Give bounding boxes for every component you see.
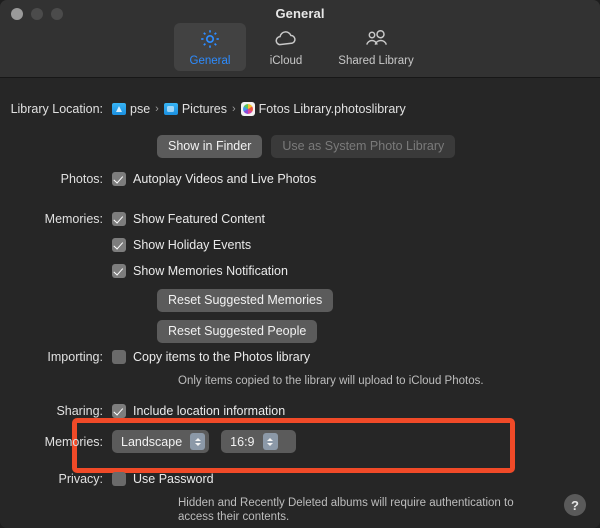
tab-icloud-label: iCloud xyxy=(269,55,303,67)
memories-notification-label: Show Memories Notification xyxy=(133,264,288,278)
sharing-memories-label: Memories: xyxy=(44,434,103,449)
include-location-label: Include location information xyxy=(133,404,286,418)
featured-content-checkbox-row[interactable]: Show Featured Content xyxy=(112,212,265,226)
cloud-icon xyxy=(252,27,320,53)
tab-icloud[interactable]: iCloud xyxy=(250,23,322,71)
reset-memories-row: Reset Suggested Memories xyxy=(157,289,334,312)
privacy-row: Privacy: Use Password xyxy=(0,472,214,486)
photos-label: Photos: xyxy=(60,172,103,186)
memories-notification-row: Show Memories Notification xyxy=(112,264,288,278)
reset-suggested-people-button[interactable]: Reset Suggested People xyxy=(157,320,318,343)
importing-row: Importing: Copy items to the Photos libr… xyxy=(0,350,310,364)
library-buttons-row: Show in Finder Use as System Photo Libra… xyxy=(157,135,456,158)
memories-label: Memories: xyxy=(44,212,103,226)
toolbar-tabs: General iCloud Shared Library xyxy=(0,23,600,71)
photos-row: Photos: Autoplay Videos and Live Photos xyxy=(0,172,316,186)
folder-icon xyxy=(163,103,178,115)
holiday-events-label: Show Holiday Events xyxy=(133,238,252,252)
copy-items-checkbox[interactable] xyxy=(112,350,126,364)
photos-general-preferences-window: General General iCloud Shared Library Li… xyxy=(0,0,600,528)
window-title: General xyxy=(275,6,325,21)
include-location-checkbox-row[interactable]: Include location information xyxy=(112,404,285,418)
featured-content-checkbox[interactable] xyxy=(112,212,126,226)
photos-library-icon xyxy=(240,102,255,116)
importing-note: Only items copied to the library will up… xyxy=(178,375,484,387)
use-password-label: Use Password xyxy=(133,472,214,486)
memories-notification-checkbox-row[interactable]: Show Memories Notification xyxy=(112,264,288,278)
autoplay-checkbox[interactable] xyxy=(112,172,126,186)
reset-people-row: Reset Suggested People xyxy=(157,320,318,343)
privacy-note-line2: access their contents. xyxy=(178,511,290,523)
importing-label: Importing: xyxy=(47,350,103,364)
breadcrumb-label-pictures: Pictures xyxy=(181,102,227,116)
sharing-memories-row: Memories: Landscape 16:9 xyxy=(0,430,297,453)
autoplay-checkbox-row[interactable]: Autoplay Videos and Live Photos xyxy=(112,172,316,186)
tab-general-label: General xyxy=(189,55,231,67)
breadcrumb-separator-2: › xyxy=(231,103,236,115)
memories-featured-row: Memories: Show Featured Content xyxy=(0,212,265,226)
autoplay-label: Autoplay Videos and Live Photos xyxy=(133,172,317,186)
include-location-checkbox[interactable] xyxy=(112,404,126,418)
memories-aspect-ratio-popup[interactable]: 16:9 xyxy=(221,430,297,453)
library-path-breadcrumb[interactable]: pse › Pictures › Fotos Library.photoslib… xyxy=(112,102,406,116)
show-in-finder-button[interactable]: Show in Finder xyxy=(157,135,263,158)
breadcrumb-item-home[interactable]: pse xyxy=(112,102,150,116)
memories-orientation-value: Landscape xyxy=(121,434,183,449)
tab-shared-library-label: Shared Library xyxy=(338,55,414,67)
breadcrumb-label-home: pse xyxy=(130,102,151,116)
memories-notification-checkbox[interactable] xyxy=(112,264,126,278)
holiday-events-checkbox[interactable] xyxy=(112,238,126,252)
memories-orientation-popup[interactable]: Landscape xyxy=(112,430,210,453)
tab-general[interactable]: General xyxy=(174,23,246,71)
library-location-label: Library Location: xyxy=(10,102,103,116)
help-button[interactable]: ? xyxy=(564,494,586,516)
sharing-label: Sharing: xyxy=(56,404,103,418)
home-folder-icon xyxy=(112,103,126,115)
chevron-updown-icon-2 xyxy=(262,433,278,450)
copy-items-label: Copy items to the Photos library xyxy=(133,350,311,364)
preferences-content: Library Location: pse › Pictures › Fotos… xyxy=(0,78,600,528)
breadcrumb-item-library[interactable]: Fotos Library.photoslibrary xyxy=(240,102,406,116)
people-icon xyxy=(328,27,424,53)
copy-items-checkbox-row[interactable]: Copy items to the Photos library xyxy=(112,350,310,364)
titlebar: General General iCloud Shared Library xyxy=(0,0,600,78)
library-location-row: Library Location: pse › Pictures › Fotos… xyxy=(0,102,406,116)
gear-icon xyxy=(176,27,244,53)
holiday-events-checkbox-row[interactable]: Show Holiday Events xyxy=(112,238,251,252)
privacy-note-line1: Hidden and Recently Deleted albums will … xyxy=(178,497,514,509)
breadcrumb-separator: › xyxy=(155,103,159,115)
use-as-system-photo-library-button: Use as System Photo Library xyxy=(271,135,456,158)
breadcrumb-label-library: Fotos Library.photoslibrary xyxy=(258,102,406,116)
reset-suggested-memories-button[interactable]: Reset Suggested Memories xyxy=(157,289,334,312)
breadcrumb-item-pictures[interactable]: Pictures xyxy=(163,102,227,116)
privacy-label: Privacy: xyxy=(58,472,103,486)
use-password-checkbox[interactable] xyxy=(112,472,126,486)
featured-content-label: Show Featured Content xyxy=(133,212,266,226)
chevron-updown-icon xyxy=(190,433,206,450)
tab-shared-library[interactable]: Shared Library xyxy=(326,23,426,71)
use-password-checkbox-row[interactable]: Use Password xyxy=(112,472,214,486)
holiday-events-row: Show Holiday Events xyxy=(112,238,251,252)
sharing-row: Sharing: Include location information xyxy=(0,404,285,418)
memories-aspect-ratio-value: 16:9 xyxy=(230,434,255,449)
